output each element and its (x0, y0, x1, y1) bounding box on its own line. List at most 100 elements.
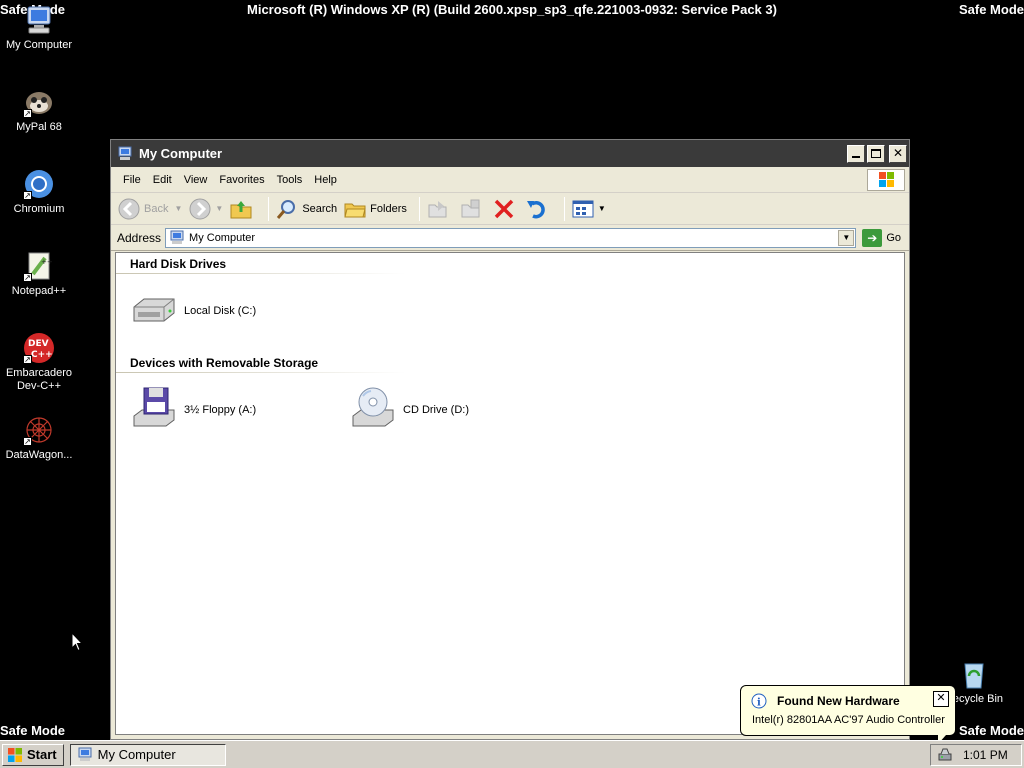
balloon-close-button[interactable]: ✕ (933, 691, 949, 707)
devcpp-icon: DEV C++ ↗ (23, 332, 55, 364)
hardware-tray-icon[interactable] (937, 747, 953, 763)
shortcut-arrow-icon: ↗ (23, 191, 32, 200)
delete-x-icon (492, 197, 516, 221)
back-button[interactable]: Back ▼ (117, 197, 182, 221)
menu-help[interactable]: Help (308, 174, 343, 186)
notepadpp-icon: ++ ↗ (23, 250, 55, 282)
maximize-button[interactable] (867, 144, 885, 163)
menu-file[interactable]: File (117, 174, 147, 186)
desktop-icon-chromium[interactable]: ↗ Chromium (0, 168, 79, 216)
drive-label: 3½ Floppy (A:) (184, 404, 257, 416)
safe-mode-label-bottom-left: Safe Mode (0, 723, 66, 738)
menu-tools[interactable]: Tools (271, 174, 309, 186)
address-input[interactable]: My Computer ▼ (165, 227, 857, 248)
safe-mode-label-bottom-right: Safe Mode (958, 723, 1024, 738)
views-button[interactable]: ▼ (571, 197, 606, 221)
svg-text:DEV: DEV (28, 339, 49, 349)
search-label: Search (302, 202, 338, 215)
desktop-icon-label: Chromium (13, 203, 65, 215)
back-arrow-icon (117, 197, 141, 221)
desktop-icon-mypal[interactable]: ↗ MyPal 68 (0, 86, 79, 134)
go-arrow-icon: ➔ (862, 228, 883, 247)
recycle-bin-icon (958, 658, 990, 690)
minimize-button[interactable] (847, 144, 865, 163)
up-folder-button[interactable] (229, 197, 256, 221)
desktop-icon-label: MyPal 68 (16, 121, 62, 133)
drive-local-disk-c[interactable]: Local Disk (C:) (130, 287, 256, 335)
group-header: Hard Disk Drives (130, 257, 227, 271)
desktop-icon-datawagon[interactable]: ↗ DataWagon... (0, 414, 79, 462)
shortcut-arrow-icon: ↗ (23, 273, 32, 282)
window-title: My Computer (139, 146, 223, 161)
desktop-icon-label: DataWagon... (5, 449, 73, 461)
group-header: Devices with Removable Storage (130, 356, 319, 370)
svg-text:C++: C++ (31, 350, 53, 360)
minimize-icon (852, 155, 860, 158)
address-dropdown-button[interactable]: ▼ (838, 229, 855, 246)
desktop-icon-label: Embarcadero Dev-C++ (5, 367, 73, 392)
toolbar-separator (418, 196, 420, 221)
delete-button[interactable] (492, 197, 519, 221)
mypal-icon: ↗ (23, 86, 55, 118)
group-divider (116, 273, 406, 274)
standard-toolbar: Back ▼ ▼ Search Folders ▼ (111, 193, 909, 225)
my-computer-icon (117, 146, 133, 162)
toolbar-separator (268, 196, 270, 221)
address-bar: Address My Computer ▼ ➔ Go (111, 225, 909, 251)
drive-floppy-a[interactable]: 3½ Floppy (A:) (130, 386, 256, 434)
drive-label: CD Drive (D:) (403, 404, 469, 416)
chevron-down-icon: ▼ (597, 204, 606, 213)
taskbar: Start My Computer 1:01 PM (0, 740, 1024, 768)
copy-to-icon (459, 197, 483, 221)
forward-arrow-icon (188, 197, 212, 221)
desktop-icon-label: My Computer (5, 39, 73, 51)
found-new-hardware-balloon[interactable]: i Found New Hardware Intel(r) 82801AA AC… (740, 685, 956, 746)
address-value: My Computer (189, 231, 256, 244)
menu-view[interactable]: View (178, 174, 214, 186)
shortcut-arrow-icon: ↗ (23, 437, 32, 446)
address-label: Address (117, 230, 162, 245)
drive-cd-d[interactable]: CD Drive (D:) (349, 386, 469, 434)
clock[interactable]: 1:01 PM (963, 748, 1008, 762)
close-button[interactable]: ✕ (889, 144, 907, 163)
group-hard-disk-drives: Hard Disk Drives (116, 255, 406, 274)
chevron-down-icon: ▼ (215, 204, 224, 213)
folders-icon (343, 197, 367, 221)
move-to-button[interactable] (426, 197, 453, 221)
search-button[interactable]: Search (275, 197, 337, 221)
build-banner: Microsoft (R) Windows XP (R) (Build 2600… (247, 2, 777, 17)
drive-label: Local Disk (C:) (184, 305, 257, 317)
start-button[interactable]: Start (2, 743, 64, 766)
folders-button[interactable]: Folders (343, 197, 407, 221)
cd-drive-icon (349, 386, 397, 434)
my-computer-window: My Computer ✕ File Edit View Favorites T… (110, 139, 910, 740)
toolbar-separator (563, 196, 565, 221)
menu-edit[interactable]: Edit (147, 174, 178, 186)
desktop-icon-label: Notepad++ (11, 285, 67, 297)
hard-disk-icon (130, 287, 178, 335)
taskbar-item-my-computer[interactable]: My Computer (69, 743, 226, 766)
desktop-icon-notepadpp[interactable]: ++ ↗ Notepad++ (0, 250, 79, 298)
mouse-cursor-icon (71, 631, 84, 652)
desktop-icon-devcpp[interactable]: DEV C++ ↗ Embarcadero Dev-C++ (0, 332, 79, 393)
forward-button[interactable]: ▼ (188, 197, 223, 221)
menu-favorites[interactable]: Favorites (213, 174, 270, 186)
windows-flag-icon (7, 747, 23, 763)
svg-text:++: ++ (41, 258, 53, 266)
back-label: Back (144, 202, 169, 215)
desktop-icon-my-computer[interactable]: My Computer (0, 4, 79, 52)
up-folder-icon (229, 197, 253, 221)
group-divider (116, 372, 406, 373)
go-label: Go (886, 231, 901, 244)
chromium-icon: ↗ (23, 168, 55, 200)
menu-bar: File Edit View Favorites Tools Help (111, 167, 909, 193)
search-icon (275, 197, 299, 221)
balloon-text: Intel(r) 82801AA AC'97 Audio Controller (752, 714, 945, 726)
undo-icon (525, 197, 549, 221)
my-computer-icon (77, 747, 93, 763)
window-titlebar[interactable]: My Computer ✕ (111, 140, 909, 167)
go-button[interactable]: ➔ Go (862, 228, 901, 247)
copy-to-button[interactable] (459, 197, 486, 221)
close-icon: ✕ (936, 692, 946, 704)
undo-button[interactable] (525, 197, 552, 221)
